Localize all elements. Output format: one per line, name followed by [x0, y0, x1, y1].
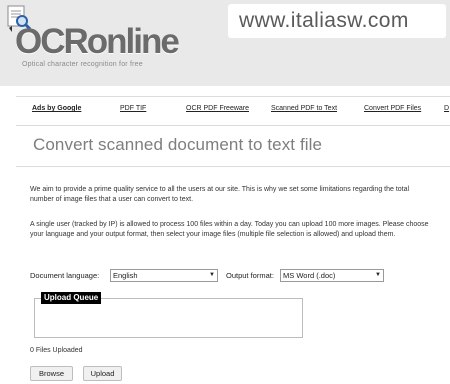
format-value: MS Word (.doc) [283, 271, 336, 280]
options-row: Document language: English ▼ Output form… [30, 269, 450, 283]
logo-text[interactable]: OCRonline [15, 23, 180, 61]
limit-text: A single user (tracked by IP) is allowed… [30, 221, 429, 238]
format-label: Output format: [226, 271, 274, 280]
language-select[interactable]: English ▼ [110, 269, 218, 282]
nav-ads-by-google[interactable]: Ads by Google [32, 105, 81, 112]
language-value: English [113, 271, 138, 280]
language-label: Document language: [30, 271, 100, 280]
watermark-text: www.italiasw.com [239, 9, 409, 32]
upload-button[interactable]: Upload [83, 366, 122, 381]
chevron-down-icon: ▼ [375, 272, 381, 278]
nav-scanned-pdf-to-text[interactable]: Scanned PDF to Text [271, 105, 337, 112]
format-select[interactable]: MS Word (.doc) ▼ [280, 269, 384, 282]
upload-queue-box [34, 298, 303, 338]
intro-text: We aim to provide a prime quality servic… [30, 186, 410, 203]
nav-ocr-pdf-freeware[interactable]: OCR PDF Freeware [186, 105, 249, 112]
title-divider [16, 166, 450, 167]
top-nav: Ads by Google PDF TIF OCR PDF Freeware S… [16, 96, 450, 126]
page-title: Convert scanned document to text file [33, 135, 323, 154]
site-header: OCRonline Optical character recognition … [0, 0, 450, 86]
browse-button[interactable]: Browse [30, 366, 73, 381]
nav-pdf-tif[interactable]: PDF TIF [120, 105, 146, 112]
files-uploaded-status: 0 Files Uploaded [30, 347, 83, 354]
logo-tagline: Optical character recognition for free [22, 61, 143, 68]
nav-convert-pdf-files[interactable]: Convert PDF Files [364, 105, 421, 112]
nav-item-truncated[interactable]: D [444, 105, 449, 112]
upload-queue-title: Upload Queue [41, 292, 102, 304]
watermark: www.italiasw.com [228, 4, 446, 38]
chevron-down-icon: ▼ [209, 272, 215, 278]
